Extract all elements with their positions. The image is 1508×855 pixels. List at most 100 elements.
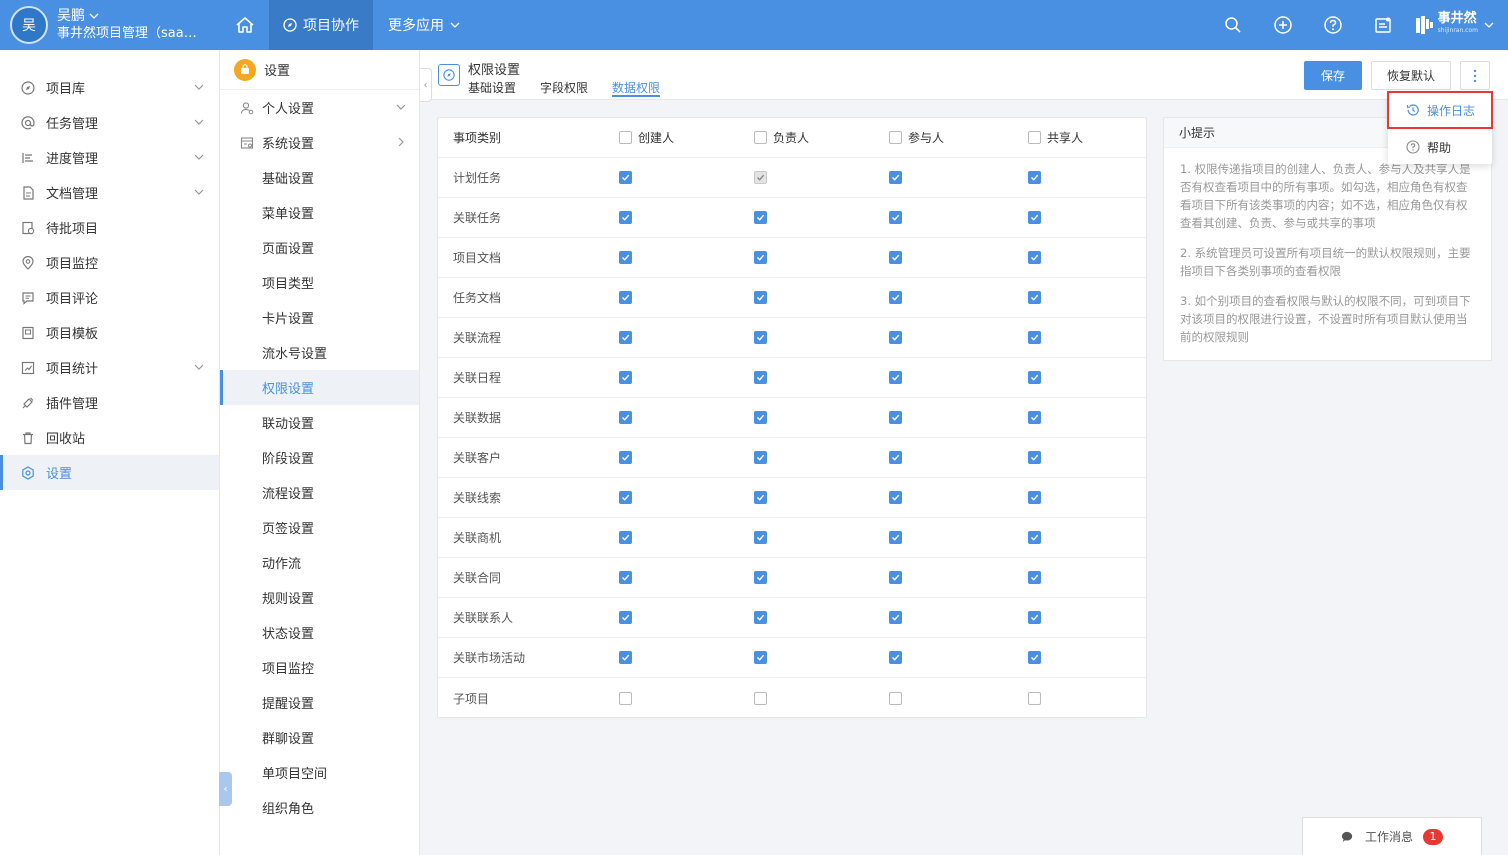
checkbox-participant[interactable] <box>889 211 902 224</box>
submenu-item-status[interactable]: 状态设置 <box>220 615 419 650</box>
checkbox-owner[interactable] <box>754 571 767 584</box>
avatar[interactable]: 吴 <box>10 6 48 44</box>
submenu-item-basic[interactable]: 基础设置 <box>220 160 419 195</box>
nav-project-collab[interactable]: 项目协作 <box>269 0 373 50</box>
checkbox[interactable] <box>889 131 902 144</box>
header-col-creator[interactable]: 创建人 <box>619 129 674 146</box>
submenu-item-group-chat[interactable]: 群聊设置 <box>220 720 419 755</box>
submenu-item-menu[interactable]: 菜单设置 <box>220 195 419 230</box>
checkbox-owner[interactable] <box>754 251 767 264</box>
notice-button[interactable] <box>1358 0 1408 50</box>
submenu-item-tab[interactable]: 页签设置 <box>220 510 419 545</box>
header-col-owner[interactable]: 负责人 <box>754 129 809 146</box>
checkbox-sharer[interactable] <box>1028 411 1041 424</box>
checkbox-participant[interactable] <box>889 491 902 504</box>
submenu-item-project-monitor[interactable]: 项目监控 <box>220 650 419 685</box>
submenu-item-card[interactable]: 卡片设置 <box>220 300 419 335</box>
checkbox[interactable] <box>619 131 632 144</box>
checkbox-creator[interactable] <box>619 211 632 224</box>
tab-field-permission[interactable]: 字段权限 <box>540 79 588 97</box>
checkbox-creator[interactable] <box>619 251 632 264</box>
sidebar-item-progress-management[interactable]: 进度管理 <box>0 140 219 175</box>
checkbox-sharer[interactable] <box>1028 171 1041 184</box>
sidebar-item-task-management[interactable]: 任务管理 <box>0 105 219 140</box>
checkbox-creator[interactable] <box>619 331 632 344</box>
checkbox-sharer[interactable] <box>1028 451 1041 464</box>
sidebar-item-plugin-management[interactable]: 插件管理 <box>0 385 219 420</box>
checkbox-participant[interactable] <box>889 331 902 344</box>
checkbox-creator[interactable] <box>619 611 632 624</box>
checkbox-sharer[interactable] <box>1028 371 1041 384</box>
checkbox-participant[interactable] <box>889 651 902 664</box>
submenu-item-linkage[interactable]: 联动设置 <box>220 405 419 440</box>
sidebar-item-settings[interactable]: 设置 <box>0 455 219 490</box>
checkbox-creator[interactable] <box>619 491 632 504</box>
sidebar-item-project-library[interactable]: 项目库 <box>0 70 219 105</box>
checkbox-creator[interactable] <box>619 691 632 705</box>
submenu-item-org-roles[interactable]: 组织角色 <box>220 790 419 825</box>
checkbox-owner[interactable] <box>754 291 767 304</box>
checkbox-owner[interactable] <box>754 331 767 344</box>
sidebar-item-project-comments[interactable]: 项目评论 <box>0 280 219 315</box>
checkbox-participant[interactable] <box>889 171 902 184</box>
checkbox-participant[interactable] <box>889 371 902 384</box>
sidebar-collapse-handle[interactable]: ‹ <box>219 772 232 806</box>
checkbox-participant[interactable] <box>889 451 902 464</box>
checkbox-creator[interactable] <box>619 651 632 664</box>
checkbox-participant[interactable] <box>889 571 902 584</box>
checkbox-owner[interactable] <box>754 491 767 504</box>
sidebar-item-project-templates[interactable]: 项目模板 <box>0 315 219 350</box>
home-button[interactable] <box>222 0 268 50</box>
add-button[interactable] <box>1258 0 1308 50</box>
checkbox[interactable] <box>1028 131 1041 144</box>
nav-more-apps[interactable]: 更多应用 <box>374 0 474 50</box>
sidebar-item-recycle-bin[interactable]: 回收站 <box>0 420 219 455</box>
sidebar-item-project-stats[interactable]: 项目统计 <box>0 350 219 385</box>
tab-basic-settings[interactable]: 基础设置 <box>468 79 516 97</box>
checkbox-participant[interactable] <box>889 291 902 304</box>
help-button[interactable] <box>1308 0 1358 50</box>
submenu-system-settings[interactable]: 系统设置 <box>220 125 419 160</box>
submenu-item-rules[interactable]: 规则设置 <box>220 580 419 615</box>
checkbox-sharer[interactable] <box>1028 211 1041 224</box>
checkbox-sharer[interactable] <box>1028 491 1041 504</box>
more-button[interactable] <box>1460 61 1490 90</box>
checkbox-sharer[interactable] <box>1028 531 1041 544</box>
sidebar-item-project-monitor[interactable]: 项目监控 <box>0 245 219 280</box>
submenu-item-stage[interactable]: 阶段设置 <box>220 440 419 475</box>
submenu-item-flow[interactable]: 流程设置 <box>220 475 419 510</box>
submenu-item-reminder[interactable]: 提醒设置 <box>220 685 419 720</box>
sidebar-item-document-management[interactable]: 文档管理 <box>0 175 219 210</box>
checkbox-sharer[interactable] <box>1028 571 1041 584</box>
save-button[interactable]: 保存 <box>1304 61 1362 90</box>
checkbox-owner[interactable] <box>754 371 767 384</box>
checkbox-creator[interactable] <box>619 531 632 544</box>
checkbox-creator[interactable] <box>619 171 632 184</box>
user-switcher[interactable]: 吴 吴鹏 事井然项目管理（saas... <box>10 5 197 45</box>
checkbox-participant[interactable] <box>889 611 902 624</box>
checkbox-sharer[interactable] <box>1028 691 1041 705</box>
checkbox-owner[interactable] <box>754 531 767 544</box>
checkbox-creator[interactable] <box>619 291 632 304</box>
brand-logo[interactable]: 事井然 shijinran.com <box>1415 12 1494 37</box>
checkbox-sharer[interactable] <box>1028 291 1041 304</box>
checkbox-participant[interactable] <box>889 251 902 264</box>
submenu-item-serial-number[interactable]: 流水号设置 <box>220 335 419 370</box>
submenu-item-permission[interactable]: 权限设置 <box>220 370 419 405</box>
checkbox-sharer[interactable] <box>1028 331 1041 344</box>
checkbox-owner[interactable] <box>754 651 767 664</box>
checkbox-owner[interactable] <box>754 211 767 224</box>
checkbox-owner[interactable] <box>754 691 767 705</box>
submenu-item-action-flow[interactable]: 动作流 <box>220 545 419 580</box>
user-info[interactable]: 吴鹏 事井然项目管理（saas... <box>57 7 197 43</box>
header-col-participant[interactable]: 参与人 <box>889 129 944 146</box>
checkbox-sharer[interactable] <box>1028 611 1041 624</box>
user-name-row[interactable]: 吴鹏 <box>57 7 197 25</box>
reset-default-button[interactable]: 恢复默认 <box>1371 61 1451 90</box>
menu-item-help[interactable]: 帮助 <box>1388 130 1492 164</box>
checkbox-creator[interactable] <box>619 451 632 464</box>
checkbox-owner[interactable] <box>754 451 767 464</box>
submenu-personal-settings[interactable]: 个人设置 <box>220 90 419 125</box>
checkbox-participant[interactable] <box>889 411 902 424</box>
checkbox[interactable] <box>754 131 767 144</box>
